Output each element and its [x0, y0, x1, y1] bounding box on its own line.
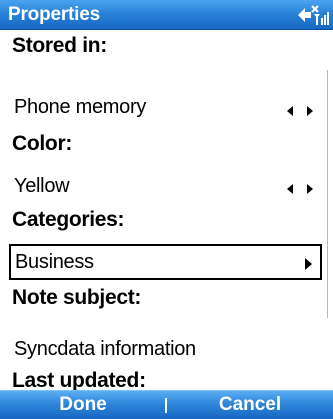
- left-right-arrows-icon[interactable]: [286, 101, 314, 121]
- connection-signal-icon: [298, 5, 329, 25]
- last-updated-label: Last updated:: [12, 369, 146, 390]
- properties-form: Stored in: Phone memory Color: Yellow Ca…: [0, 30, 333, 390]
- done-button[interactable]: Done: [0, 394, 166, 416]
- title-bar: Properties: [0, 0, 333, 30]
- right-arrow-icon[interactable]: [302, 256, 314, 272]
- categories-field[interactable]: Business: [9, 244, 322, 280]
- stored-in-label: Stored in:: [12, 34, 107, 57]
- left-right-arrows-icon[interactable]: [286, 179, 314, 199]
- note-subject-value[interactable]: Syncdata information: [14, 338, 196, 361]
- stored-in-value: Phone memory: [14, 96, 147, 118]
- categories-label: Categories:: [12, 208, 125, 231]
- categories-value: Business: [15, 251, 94, 273]
- color-value: Yellow: [14, 175, 70, 197]
- color-label: Color:: [12, 132, 73, 155]
- cancel-button[interactable]: Cancel: [167, 394, 333, 416]
- window-title: Properties: [8, 4, 100, 25]
- softkey-bar: Done Cancel: [0, 390, 333, 419]
- scrollbar[interactable]: [327, 70, 328, 318]
- note-subject-label: Note subject:: [12, 286, 142, 309]
